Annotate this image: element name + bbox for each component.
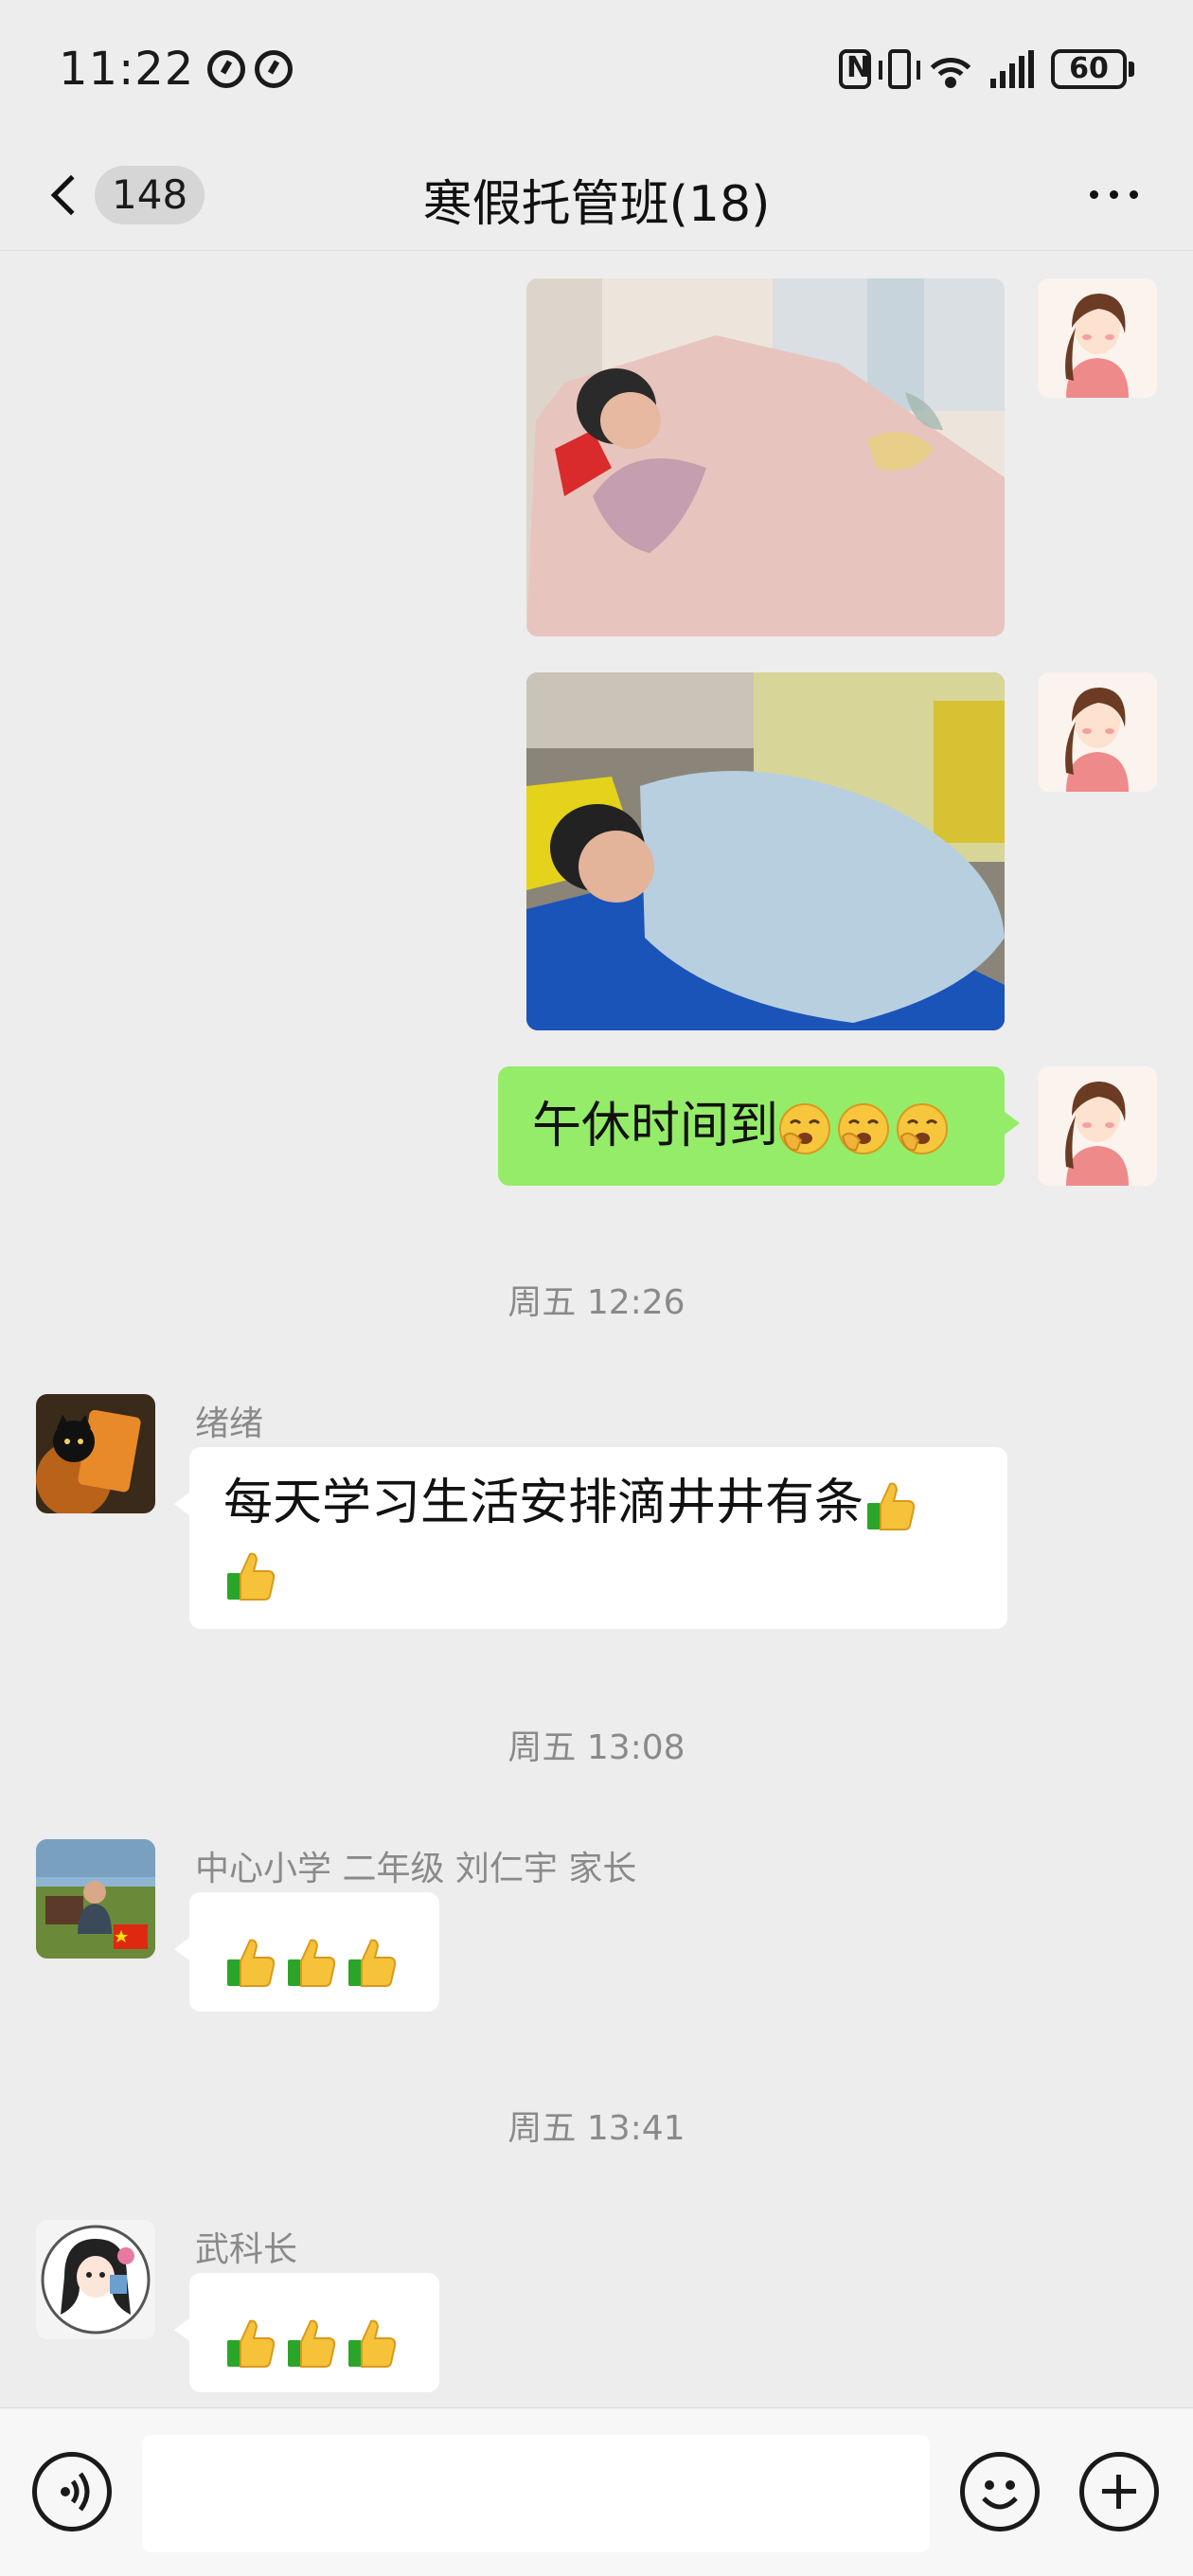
thumbs-up-emoji bbox=[226, 2319, 276, 2368]
vibrate-icon bbox=[879, 48, 920, 89]
thumbs-up-emoji bbox=[226, 1552, 276, 1601]
thumbs-up-emoji bbox=[347, 2319, 397, 2368]
message-text: 每天学习生活安排滴井井有条 bbox=[223, 1475, 864, 1531]
nfc-icon bbox=[839, 48, 871, 89]
nav-bar: 148 寒假托管班(18) bbox=[0, 137, 1193, 251]
input-bar bbox=[0, 2407, 1193, 2576]
thumbs-up-emoji bbox=[287, 1939, 336, 1987]
sender-name: 中心小学 二年级 刘仁宇 家长 bbox=[195, 1850, 637, 1888]
more-button[interactable] bbox=[1090, 190, 1138, 199]
emoji-icon bbox=[982, 2480, 1018, 2510]
yawning-face-emoji bbox=[778, 1102, 831, 1155]
message-bubble[interactable] bbox=[174, 1892, 439, 2012]
yawning-face-emoji bbox=[837, 1102, 890, 1155]
sender-name: 武科长 bbox=[195, 2230, 298, 2269]
plus-button[interactable] bbox=[1079, 2452, 1159, 2531]
message-text: 午休时间到 bbox=[532, 1098, 779, 1154]
timestamp: 周五 13:41 bbox=[507, 2109, 686, 2148]
sender-avatar[interactable] bbox=[36, 2220, 155, 2339]
thumbs-up-emoji bbox=[866, 1482, 916, 1530]
my-avatar[interactable] bbox=[1038, 672, 1157, 792]
thumbs-up-emoji bbox=[347, 1939, 397, 1987]
speed-icon bbox=[255, 49, 294, 88]
timestamp: 周五 12:26 bbox=[507, 1283, 686, 1322]
data-saver-icon bbox=[207, 49, 246, 88]
timestamp: 周五 13:08 bbox=[507, 1728, 686, 1767]
my-avatar[interactable] bbox=[1038, 1066, 1157, 1186]
yawning-face-emoji bbox=[896, 1102, 949, 1155]
chat-title: 寒假托管班(18) bbox=[422, 176, 771, 233]
message-bubble[interactable]: 每天学习生活安排滴井井有条 bbox=[174, 1447, 1007, 1629]
wifi-icon bbox=[928, 50, 973, 88]
voice-icon bbox=[61, 2472, 90, 2512]
status-bar: 11:22 60 bbox=[0, 0, 1193, 137]
sender-name: 绪绪 bbox=[195, 1404, 264, 1443]
voice-button[interactable] bbox=[32, 2452, 112, 2531]
battery-icon: 60 bbox=[1051, 48, 1134, 89]
status-time: 11:22 bbox=[59, 42, 195, 96]
my-message-bubble[interactable]: 午休时间到 bbox=[498, 1066, 1020, 1186]
message-bubble[interactable] bbox=[174, 2273, 439, 2392]
signal-icon bbox=[990, 49, 1034, 88]
sender-avatar[interactable] bbox=[36, 1839, 155, 1959]
thumbs-up-emoji bbox=[287, 2319, 336, 2368]
battery-level: 60 bbox=[1051, 48, 1127, 89]
photo-message[interactable] bbox=[526, 672, 1005, 1030]
photo-message[interactable] bbox=[526, 278, 1005, 636]
emoji-button[interactable] bbox=[960, 2452, 1040, 2531]
sender-avatar[interactable] bbox=[36, 1394, 155, 1513]
thumbs-up-emoji bbox=[226, 1939, 276, 1987]
message-input[interactable] bbox=[142, 2435, 930, 2552]
my-avatar[interactable] bbox=[1038, 278, 1157, 398]
more-icon bbox=[1090, 190, 1098, 199]
status-left-icons bbox=[207, 49, 294, 88]
status-right-icons: 60 bbox=[839, 48, 1134, 89]
